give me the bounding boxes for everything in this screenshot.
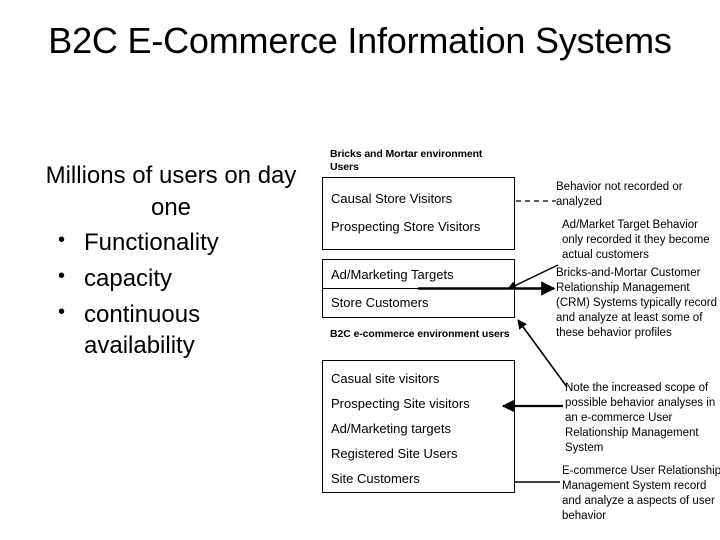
note-behavior-not-recorded: Behavior not recorded or analyzed (556, 181, 683, 208)
note-crm-systems: Bricks-and-Mortar Customer Relationship … (556, 267, 718, 339)
box-row: Prospecting Store Visitors (331, 218, 481, 234)
group-label-bricks-and-mortar: Bricks and Mortar environment Users (330, 148, 483, 174)
box-row: Registered Site Users (331, 446, 458, 461)
box-row: Causal Store Visitors (331, 190, 453, 206)
slide-canvas: B2C E-Commerce Information Systems Milli… (0, 0, 720, 540)
box-bricks-customers: Ad/Marketing Targets Store Customers (322, 259, 515, 318)
box-row: Store Customers (323, 288, 514, 316)
note-ecommerce-urm: E-commerce User Relationship Management … (562, 465, 720, 522)
box-row: Prospecting Site visitors (331, 396, 470, 411)
box-row: Ad/Marketing targets (331, 421, 451, 436)
diagram-area: Bricks and Mortar environment Users Caus… (0, 0, 720, 540)
box-bricks-visitors: Causal Store Visitors Prospecting Store … (322, 177, 515, 250)
box-b2c-users: Casual site visitors Prospecting Site vi… (322, 360, 515, 493)
note-ad-market-target: Ad/Market Target Behavior only recorded … (562, 219, 710, 261)
box-row: Casual site visitors (331, 370, 440, 386)
group-label-b2c-environment: B2C e-commerce environment users (330, 328, 510, 340)
box-row: Site Customers (331, 471, 420, 486)
note-increased-scope: Note the increased scope of possible beh… (565, 382, 716, 454)
box-row: Ad/Marketing Targets (331, 266, 454, 282)
connector-arrow-ad-target (507, 264, 559, 290)
